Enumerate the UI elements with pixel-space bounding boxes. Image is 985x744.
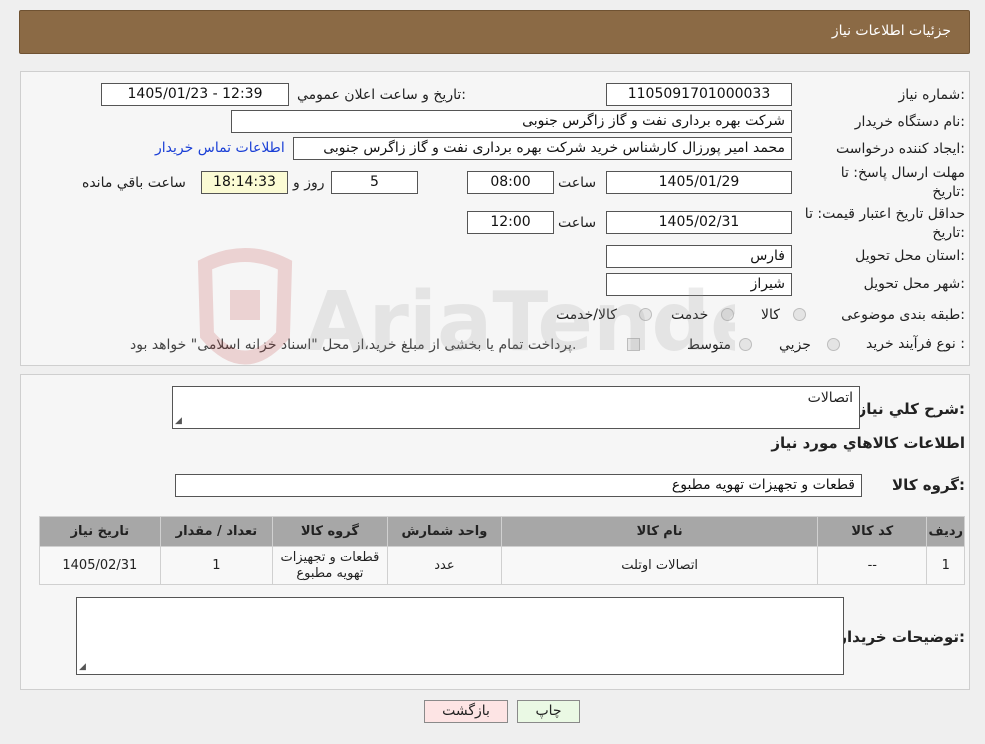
info-panel: شماره نیاز: 1105091701000033 تاريخ و ساع… <box>20 71 970 366</box>
cell-name: اتصالات اوتلت <box>501 546 819 585</box>
validity-label: حداقل تاريخ اعتبار قيمت: تا <box>804 206 965 222</box>
category-radio-goods[interactable] <box>793 308 806 321</box>
need-number-label: شماره نیاز: <box>898 87 965 103</box>
cell-qty: 1 <box>159 546 274 585</box>
process-radio-small[interactable] <box>827 338 840 351</box>
group-label: گروه کالا: <box>892 476 965 494</box>
print-button[interactable]: چاپ <box>517 700 580 723</box>
back-button[interactable]: بازگشت <box>424 700 508 723</box>
col-qty: تعداد / مقدار <box>159 516 274 547</box>
buyer-notes-textarea[interactable]: ◢ <box>76 597 844 675</box>
col-row: رديف <box>926 516 965 547</box>
cell-group: قطعات و تجهیزات تهویه مطبوع <box>272 546 388 585</box>
province-field: فارس <box>606 245 792 268</box>
buyer-org-label: نام دستگاه خريدار: <box>854 114 965 130</box>
col-date: تاريخ نياز <box>39 516 161 547</box>
announce-field: 1405/01/23 - 12:39 <box>101 83 289 106</box>
deadline-date-field: 1405/01/29 <box>606 171 792 194</box>
group-field: قطعات و تجهیزات تهویه مطبوع <box>175 474 862 497</box>
items-panel: شرح کلي نياز: اتصالات ◢ اطلاعات کالاهاي … <box>20 374 970 690</box>
treasury-checkbox[interactable] <box>627 338 640 351</box>
resize-grip-icon[interactable]: ◢ <box>79 663 86 672</box>
process-radio-medium[interactable] <box>739 338 752 351</box>
category-radio-both[interactable] <box>639 308 652 321</box>
items-section-title: اطلاعات کالاهاي مورد نياز <box>771 434 965 452</box>
table-row: 1 -- اتصالات اوتلت عدد قطعات و تجهیزات ت… <box>39 546 965 585</box>
deadline-label-date: تاريخ: <box>932 184 965 200</box>
buyer-org-field: شرکت بهره برداری نفت و گاز زاگرس جنوبی <box>231 110 792 133</box>
description-value: اتصالات <box>807 390 853 406</box>
province-label: استان محل تحويل: <box>855 248 965 264</box>
col-name: نام کالا <box>501 516 819 547</box>
category-label: طبقه بندی موضوعی: <box>841 307 965 323</box>
process-option-medium: متوسط <box>687 337 731 353</box>
description-label: شرح کلي نياز: <box>857 400 965 418</box>
announce-label: تاريخ و ساعت اعلان عمومي: <box>297 87 466 103</box>
need-number-field: 1105091701000033 <box>606 83 792 106</box>
cell-group-line-2: تهویه مطبوع <box>296 565 364 581</box>
col-group: گروه کالا <box>272 516 388 547</box>
city-label: شهر محل تحويل: <box>863 276 965 292</box>
page-header: جزئیات اطلاعات نیاز <box>19 10 970 54</box>
validity-time-field: 12:00 <box>467 211 554 234</box>
process-option-small: جزيي <box>779 337 811 353</box>
deadline-label: مهلت ارسال پاسخ: تا <box>840 165 965 181</box>
creator-label: ايجاد کننده درخواست: <box>836 141 965 157</box>
col-code: کد کالا <box>817 516 928 547</box>
resize-grip-icon[interactable]: ◢ <box>175 417 182 426</box>
process-label: نوع فرآيند خريد : <box>866 336 965 352</box>
cell-unit: عدد <box>386 546 503 585</box>
process-note: پرداخت تمام يا بخشی از مبلغ خريد،از محل … <box>130 337 577 353</box>
cell-date: 1405/02/31 <box>39 546 161 585</box>
category-option-goods: کالا <box>761 307 780 323</box>
page-title: جزئیات اطلاعات نیاز <box>831 23 951 39</box>
city-field: شيراز <box>606 273 792 296</box>
cell-code: -- <box>817 546 928 585</box>
days-label: روز و <box>293 175 325 191</box>
col-unit: واحد شمارش <box>386 516 503 547</box>
validity-time-label: ساعت <box>558 215 597 231</box>
validity-label-date: تاريخ: <box>932 225 965 241</box>
deadline-time-label: ساعت <box>558 175 597 191</box>
items-table: رديف کد کالا نام کالا واحد شمارش گروه کا… <box>39 516 965 585</box>
table-header-row: رديف کد کالا نام کالا واحد شمارش گروه کا… <box>39 516 965 547</box>
remaining-label: ساعت باقي مانده <box>82 175 186 191</box>
remaining-time-field: 18:14:33 <box>201 171 288 194</box>
category-radio-service[interactable] <box>721 308 734 321</box>
creator-field: محمد امیر پورزال کارشناس خرید شرکت بهره … <box>293 137 792 160</box>
validity-date-field: 1405/02/31 <box>606 211 792 234</box>
deadline-time-field: 08:00 <box>467 171 554 194</box>
category-option-service: خدمت <box>671 307 709 323</box>
description-textarea[interactable]: اتصالات ◢ <box>172 386 860 429</box>
contact-info-link[interactable]: اطلاعات تماس خريدار <box>155 140 285 156</box>
category-option-both: کالا/خدمت <box>556 307 617 323</box>
cell-group-line-1: قطعات و تجهیزات <box>280 549 380 565</box>
cell-row: 1 <box>926 546 965 585</box>
buyer-notes-label: توضيحات خريدار: <box>838 628 965 646</box>
days-field: 5 <box>331 171 418 194</box>
